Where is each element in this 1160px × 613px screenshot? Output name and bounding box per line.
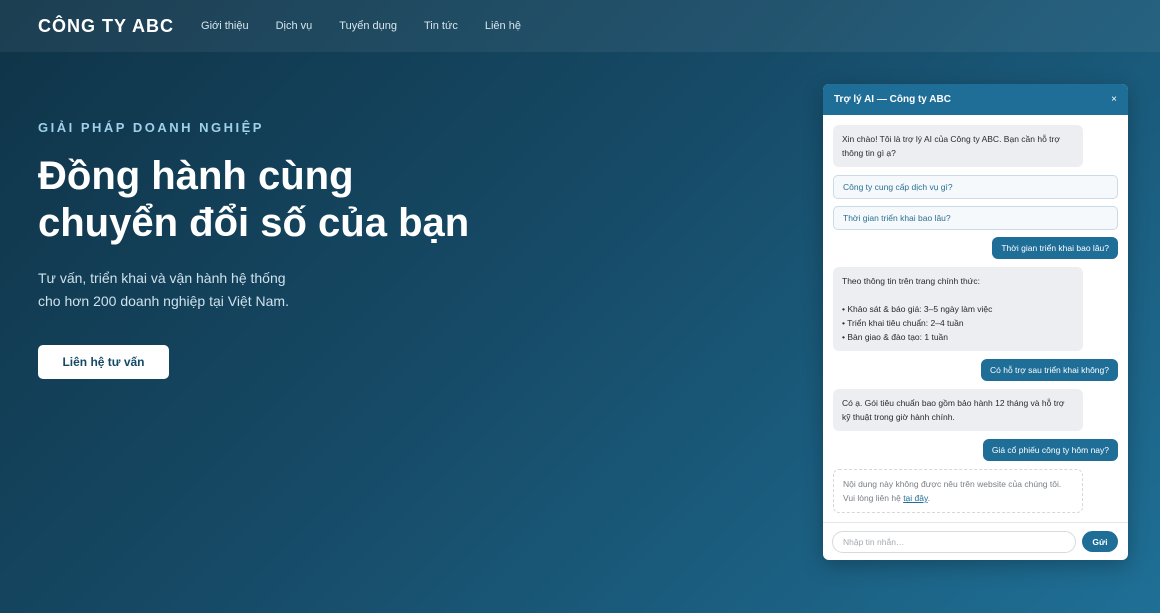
user-message: Thời gian triển khai bao lâu? [992, 237, 1118, 259]
bot-message-support: Có ạ. Gói tiêu chuẩn bao gồm bảo hành 12… [833, 389, 1083, 431]
bot-message-intro: Theo thông tin trên trang chính thức: [842, 276, 980, 286]
chat-header: Trợ lý AI — Công ty ABC × [823, 84, 1128, 115]
user-message-row: Có hỗ trợ sau triển khai không? [833, 359, 1118, 381]
hero-subtitle-line-1: Tư vấn, triển khai và vận hành hệ thống [38, 270, 286, 286]
fallback-line-2-prefix: Vui lòng liên hệ [843, 493, 901, 503]
contact-cta-button[interactable]: Liên hệ tư vấn [38, 345, 169, 379]
hero-headline-line-1: Đồng hành cùng [38, 154, 354, 198]
message-input[interactable] [832, 530, 1076, 553]
contact-link[interactable]: tại đây [903, 493, 927, 503]
top-navbar: CÔNG TY ABC Giới thiệu Dịch vụ Tuyển dụn… [0, 0, 1160, 52]
suggestion-chip-services[interactable]: Công ty cung cấp dịch vụ gì? [833, 175, 1118, 199]
line-spacer [842, 288, 1074, 302]
bot-message-list-item: • Bàn giao & đào tạo: 1 tuần [842, 332, 949, 342]
ai-chat-widget: Trợ lý AI — Công ty ABC × Xin chào! Tôi … [823, 84, 1128, 560]
bot-message-list-item: • Triển khai tiêu chuẩn: 2–4 tuần [842, 318, 964, 328]
bot-message-list-item: • Khảo sát & báo giá: 3–5 ngày làm việc [842, 304, 993, 314]
nav-link-news[interactable]: Tin tức [424, 20, 458, 32]
user-message: Có hỗ trợ sau triển khai không? [981, 359, 1118, 381]
chat-title: Trợ lý AI — Công ty ABC [834, 94, 951, 105]
nav-link-careers[interactable]: Tuyển dụng [339, 20, 397, 32]
main-nav: Giới thiệu Dịch vụ Tuyển dụng Tin tức Li… [201, 20, 548, 32]
hero-subtitle-line-2: cho hơn 200 doanh nghiệp tại Việt Nam. [38, 293, 289, 309]
nav-link-about[interactable]: Giới thiệu [201, 20, 249, 32]
user-message-row: Giá cổ phiếu công ty hôm nay? [833, 439, 1118, 461]
nav-link-services[interactable]: Dịch vụ [276, 20, 313, 32]
nav-link-contact[interactable]: Liên hệ [485, 20, 521, 32]
user-message: Giá cổ phiếu công ty hôm nay? [982, 439, 1118, 461]
suggestion-chip-timeline[interactable]: Thời gian triển khai bao lâu? [833, 206, 1118, 230]
chat-messages[interactable]: Xin chào! Tôi là trợ lý AI của Công ty A… [823, 115, 1128, 522]
hero-headline: Đồng hành cùng chuyển đổi số của bạn [38, 153, 598, 247]
hero-subtitle: Tư vấn, triển khai và vận hành hệ thống … [38, 267, 598, 313]
hero-headline-line-2: chuyển đổi số của bạn [38, 201, 470, 245]
close-icon[interactable]: × [1111, 94, 1117, 105]
chat-composer: Gửi [823, 522, 1128, 560]
bot-message-greeting: Xin chào! Tôi là trợ lý AI của Công ty A… [833, 125, 1083, 167]
hero-eyebrow: GIẢI PHÁP DOANH NGHIỆP [38, 120, 264, 135]
hero-section: GIẢI PHÁP DOANH NGHIỆP Đồng hành cùng ch… [38, 120, 598, 379]
bot-message-fallback: Nội dung này không được nêu trên website… [833, 469, 1083, 513]
fallback-suffix: . [927, 493, 930, 503]
brand-logo[interactable]: CÔNG TY ABC [38, 16, 174, 37]
bot-message-timeline: Theo thông tin trên trang chính thức: • … [833, 267, 1083, 351]
send-button[interactable]: Gửi [1082, 531, 1118, 552]
fallback-line-1: Nội dung này không được nêu trên website… [843, 479, 1062, 489]
user-message-row: Thời gian triển khai bao lâu? [833, 237, 1118, 259]
